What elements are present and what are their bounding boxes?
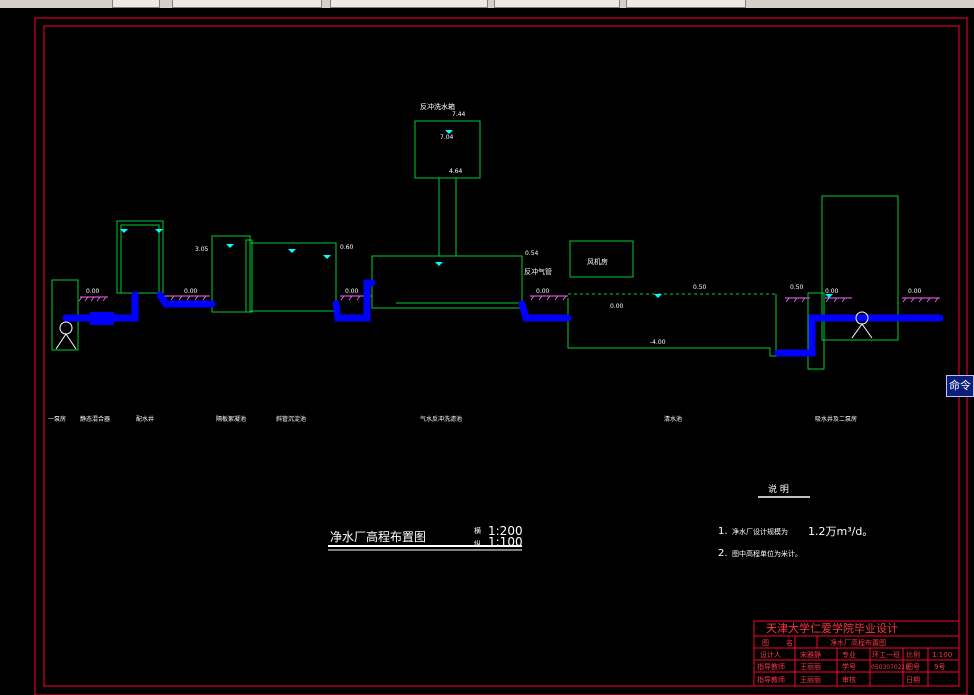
- title-block: 天津大学仁爱学院毕业设计 图 名 净水厂高程布置图 设计人 宋雅静 专业 环工一…: [753, 620, 960, 687]
- unit-label-well: 配水井: [136, 415, 154, 423]
- svg-text:学号: 学号: [842, 662, 856, 671]
- level-ground-3: 0.00: [345, 288, 359, 295]
- level-pump-house: 0.50: [790, 284, 804, 291]
- svg-text:名: 名: [786, 638, 793, 647]
- label-backwash-pipe: 反冲气管: [524, 267, 552, 276]
- scale-v-label: 纵: [474, 540, 481, 548]
- level-tank-bottom: 4.64: [449, 168, 463, 175]
- unit-label-settle: 斜管沉淀池: [276, 415, 306, 423]
- svg-text:专业: 专业: [842, 650, 856, 659]
- level-clear-top: 0.50: [693, 284, 707, 291]
- level-ground-1: 0.00: [86, 288, 100, 295]
- scale-h-label: 横: [474, 526, 481, 535]
- level-ground-4: 0.00: [536, 288, 550, 295]
- label-backwash-tank: 反冲洗水箱: [420, 102, 455, 111]
- svg-text:环工一班: 环工一班: [872, 650, 900, 659]
- scale-v: 1:100: [488, 535, 523, 549]
- note-2-text: 图中高程单位为米计。: [732, 549, 802, 558]
- svg-text:设计人: 设计人: [760, 650, 781, 659]
- level-ground-2: 0.00: [184, 288, 198, 295]
- level-filter-in: 0.54: [525, 250, 539, 257]
- level-tank-water: 7.04: [440, 134, 454, 141]
- linetype-dropdown[interactable]: [330, 0, 488, 8]
- layer-dropdown[interactable]: [172, 0, 322, 8]
- svg-text:王丽丽: 王丽丽: [800, 676, 821, 684]
- ground-hatches: [80, 295, 940, 299]
- cad-drawing-canvas[interactable]: 7.44 7.04 4.64 0.00 0.00 3.05 0.60 0.00 …: [0, 8, 974, 695]
- level-settle: 0.60: [340, 244, 354, 251]
- drawing-title: 净水厂高程布置图: [330, 529, 426, 544]
- plotstyle-dropdown[interactable]: [626, 0, 746, 8]
- toolbar-strip: [0, 0, 974, 8]
- unit-label-clear: 清水池: [664, 415, 682, 423]
- notes-heading: 说 明: [768, 483, 789, 495]
- lineweight-dropdown[interactable]: [494, 0, 620, 8]
- svg-text:指导教师: 指导教师: [757, 675, 785, 684]
- level-ground-5: 0.00: [825, 288, 839, 295]
- pumps: [55, 311, 873, 350]
- note-1-text: 净水厂设计规模为: [732, 527, 788, 536]
- note-1-prefix: 1.: [718, 526, 728, 537]
- command-line-tab[interactable]: 命令: [946, 375, 974, 397]
- svg-text:日期: 日期: [906, 676, 920, 684]
- svg-text:王丽丽: 王丽丽: [800, 663, 821, 671]
- svg-text:比例: 比例: [906, 650, 920, 659]
- svg-text:审核: 审核: [842, 675, 856, 684]
- svg-text:图号: 图号: [906, 663, 920, 671]
- svg-text:指导教师: 指导教师: [757, 662, 785, 671]
- water-levels: [120, 130, 833, 298]
- svg-text:图: 图: [762, 639, 769, 647]
- unit-label-pump1: 一泵房: [48, 415, 66, 423]
- unit-label-floc: 隔板絮凝池: [216, 415, 246, 423]
- note-2-prefix: 2.: [718, 548, 728, 559]
- label-blower-room: 风机房: [587, 257, 608, 266]
- unit-label-filter: 气水反冲洗滤池: [420, 415, 462, 423]
- structures: [51, 120, 899, 370]
- toolbar-icons[interactable]: [112, 0, 160, 8]
- unit-label-pump2: 吸水井及二泵房: [815, 415, 857, 423]
- inner-frame: [43, 25, 960, 687]
- level-settle-in: 3.05: [195, 246, 209, 253]
- level-clear-bottom: -4.00: [650, 339, 666, 346]
- svg-text:0503070219: 0503070219: [871, 664, 909, 671]
- stamp-school: 天津大学仁爱学院毕业设计: [766, 621, 898, 635]
- svg-text:1:100: 1:100: [932, 651, 952, 659]
- outer-frame: [34, 17, 968, 695]
- level-tank-top: 7.44: [452, 111, 466, 118]
- static-mixer: [90, 312, 114, 325]
- level-clear-water: 0.00: [610, 303, 624, 310]
- note-1-value: 1.2万m³/d。: [808, 525, 873, 538]
- svg-text:9号: 9号: [934, 663, 945, 671]
- svg-text:宋雅静: 宋雅静: [800, 650, 821, 659]
- unit-label-mixer: 静态混合器: [80, 415, 110, 423]
- level-ground-6: 0.00: [908, 288, 922, 295]
- svg-text:净水厂高程布置图: 净水厂高程布置图: [830, 638, 886, 647]
